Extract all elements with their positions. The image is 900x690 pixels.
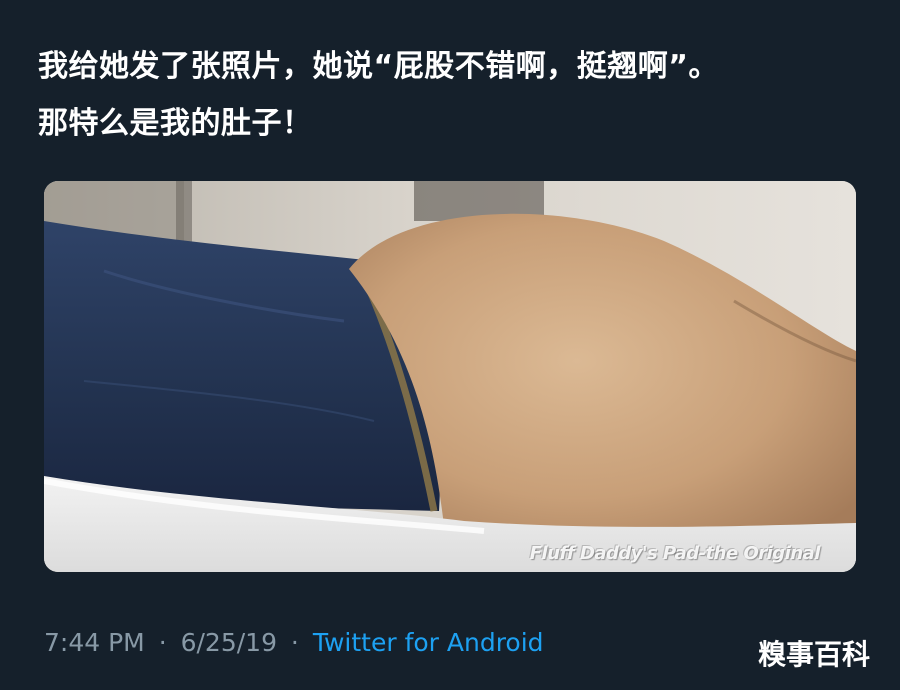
tweet-time: 7:44 PM [44, 628, 145, 657]
tweet-source-link[interactable]: Twitter for Android [313, 628, 544, 657]
meta-separator: · [158, 628, 167, 657]
tweet-photo[interactable]: Fluff Daddy's Pad-the Original [44, 181, 856, 572]
logo-text: 糗事百科 [758, 638, 870, 671]
tweet-meta: 7:44 PM · 6/25/19 · Twitter for Android [44, 628, 544, 657]
tweet-text: 我给她发了张照片，她说“屁股不错啊，挺翘啊”。 那特么是我的肚子！ [38, 38, 878, 152]
qiushibaike-logo: 糗事百科 [758, 638, 870, 671]
tweet-date[interactable]: 6/25/19 [181, 628, 277, 657]
tweet-text-line-2: 那特么是我的肚子！ [38, 106, 313, 141]
tweet-text-line-1: 我给她发了张照片，她说“屁股不错啊，挺翘啊”。 [38, 49, 719, 84]
meta-separator: · [290, 628, 299, 657]
photo-illustration [44, 181, 856, 572]
photo-watermark: Fluff Daddy's Pad-the Original [529, 543, 821, 564]
